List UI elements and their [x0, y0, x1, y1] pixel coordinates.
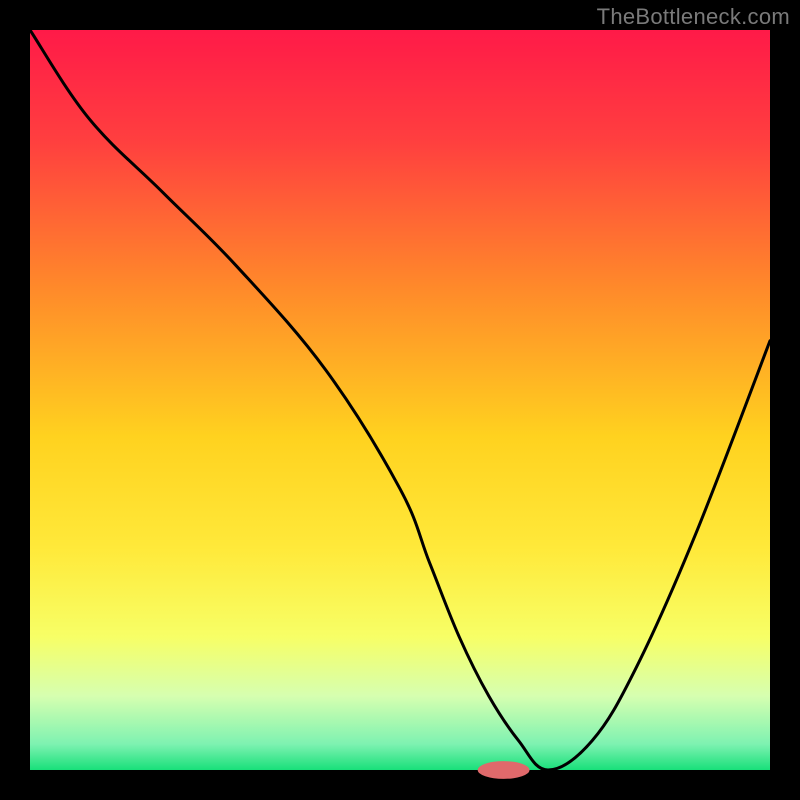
watermark-text: TheBottleneck.com	[597, 4, 790, 30]
plot-area	[30, 30, 770, 770]
optimal-marker	[478, 761, 530, 779]
bottleneck-chart	[0, 0, 800, 800]
chart-container: TheBottleneck.com	[0, 0, 800, 800]
